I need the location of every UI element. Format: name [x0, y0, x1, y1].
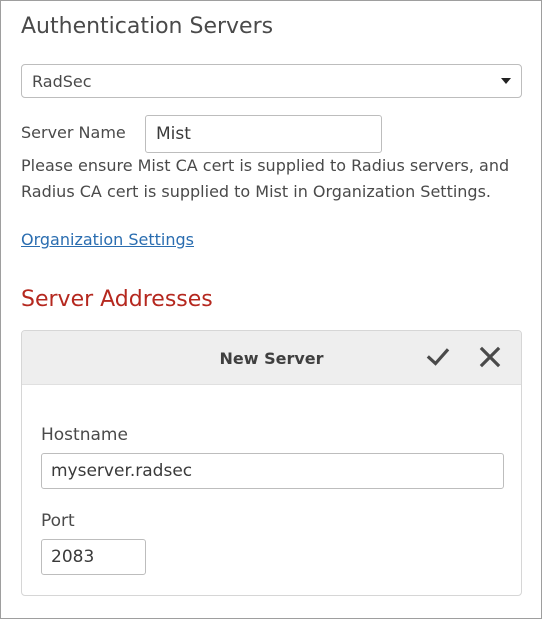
page-title: Authentication Servers: [21, 14, 274, 39]
close-icon[interactable]: [477, 344, 503, 370]
organization-settings-link[interactable]: Organization Settings: [21, 230, 194, 249]
new-server-card: New Server Hostname Port: [21, 330, 522, 596]
port-input[interactable]: [41, 539, 146, 575]
server-addresses-title: Server Addresses: [21, 287, 213, 312]
hostname-label: Hostname: [41, 425, 128, 445]
checkmark-icon[interactable]: [425, 344, 451, 370]
server-type-value: RadSec: [32, 72, 92, 91]
new-server-card-header: New Server: [22, 331, 521, 385]
server-name-label: Server Name: [21, 123, 126, 142]
auth-servers-panel: Authentication Servers RadSec Server Nam…: [0, 0, 542, 619]
dropdown-caret-icon: [501, 78, 511, 84]
server-name-input[interactable]: [145, 115, 382, 153]
port-label: Port: [41, 511, 75, 531]
hostname-input[interactable]: [41, 453, 504, 489]
ca-cert-notice: Please ensure Mist CA cert is supplied t…: [21, 156, 510, 201]
server-type-select[interactable]: RadSec: [21, 64, 522, 98]
